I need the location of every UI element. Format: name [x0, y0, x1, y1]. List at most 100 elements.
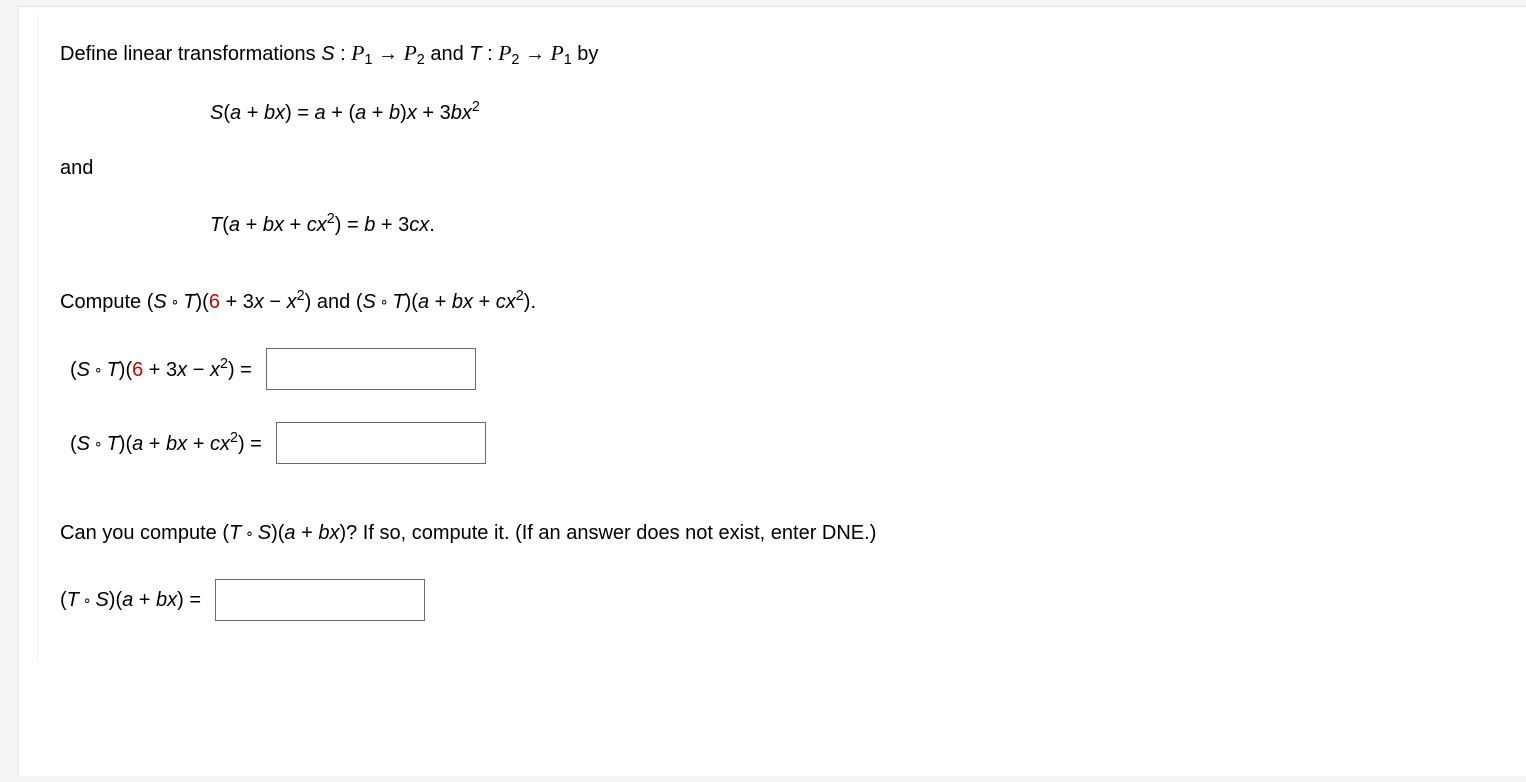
var-b: b	[389, 102, 400, 124]
compose-icon: ∘	[90, 435, 107, 451]
sym-P: P	[404, 41, 417, 65]
mid: )(	[119, 433, 132, 455]
answer-2-label: (S ∘ T)(a + bx + cx2) =	[70, 429, 262, 458]
plus: + (	[326, 102, 355, 124]
const-6: 6	[132, 359, 143, 381]
exp-2: 2	[297, 288, 305, 304]
arrow: →	[372, 43, 403, 65]
var-a: a	[355, 102, 366, 124]
intro-line: Define linear transformations S : P1 → P…	[60, 39, 1526, 70]
var-b: b	[451, 102, 462, 124]
answer-3-input[interactable]	[215, 579, 425, 621]
mid: )(	[109, 589, 122, 611]
exp-2: 2	[230, 430, 238, 446]
definition-T: T(a + bx + cx2) = b + 3cx.	[210, 210, 1526, 239]
sym-T: T	[183, 291, 195, 313]
question-body: Define linear transformations S : P1 → P…	[37, 15, 1526, 661]
var-a: a	[418, 291, 429, 313]
and-word: and	[60, 157, 93, 179]
sym-T: T	[469, 43, 481, 65]
sub-2: 2	[417, 52, 425, 68]
var-b: b	[156, 589, 167, 611]
problem-content: Define linear transformations S : P1 → P…	[60, 39, 1526, 621]
minus: −	[187, 359, 210, 381]
plus: +	[284, 214, 307, 236]
compose-icon: ∘	[376, 294, 393, 310]
var-b: b	[264, 102, 275, 124]
answer-1-label: (S ∘ T)(6 + 3x − x2) =	[70, 355, 252, 384]
paren-open: (	[70, 433, 77, 455]
var-a: a	[315, 102, 326, 124]
var-a: a	[122, 589, 133, 611]
var-x: x	[177, 359, 187, 381]
var-x: x	[254, 291, 264, 313]
sym-S: S	[77, 433, 90, 455]
var-b: b	[263, 214, 274, 236]
sym-P: P	[551, 41, 564, 65]
var-a: a	[284, 522, 295, 544]
var-b: b	[318, 522, 329, 544]
var-x: x	[287, 291, 297, 313]
var-c: c	[409, 214, 419, 236]
var-x: x	[274, 214, 284, 236]
paren-open: (	[70, 359, 77, 381]
sym-P: P	[351, 41, 364, 65]
close-eq: ) =	[177, 589, 201, 611]
sym-S: S	[321, 43, 334, 65]
var-x: x	[177, 433, 187, 455]
sym-S: S	[363, 291, 376, 313]
exp-2: 2	[472, 99, 480, 115]
answer-1-input[interactable]	[266, 348, 476, 390]
var-b: b	[166, 433, 177, 455]
question-2-line: Can you compute (T ∘ S)(a + bx)? If so, …	[60, 520, 1526, 547]
plus: +	[240, 214, 263, 236]
var-x: x	[210, 359, 220, 381]
plus: +	[143, 433, 166, 455]
var-x: x	[275, 102, 285, 124]
exp-2: 2	[220, 356, 228, 372]
sym-T: T	[107, 359, 119, 381]
answer-row-3: (T ∘ S)(a + bx) =	[60, 579, 1526, 621]
var-x: x	[220, 433, 230, 455]
paren-close: )	[400, 102, 407, 124]
var-x: x	[506, 291, 516, 313]
plus: + 3	[375, 214, 409, 236]
paren-open: (	[223, 102, 230, 124]
and-mid: and	[425, 43, 469, 65]
sym-S: S	[77, 359, 90, 381]
answer-2-input[interactable]	[276, 422, 486, 464]
sym-S: S	[153, 291, 166, 313]
exp-2: 2	[327, 211, 335, 227]
var-x: x	[317, 214, 327, 236]
var-c: c	[307, 214, 317, 236]
var-b: b	[452, 291, 463, 313]
var-a: a	[229, 214, 240, 236]
sym-T: T	[107, 433, 119, 455]
colon: :	[482, 43, 499, 65]
sym-P: P	[498, 41, 511, 65]
equals: =	[292, 102, 315, 124]
sym-T: T	[67, 589, 79, 611]
sym-T: T	[229, 522, 241, 544]
var-x: x	[419, 214, 429, 236]
answer-row-2: (S ∘ T)(a + bx + cx2) =	[70, 422, 1526, 464]
period: .	[429, 214, 435, 236]
var-a: a	[230, 102, 241, 124]
var-x: x	[463, 291, 473, 313]
plus: + 3	[220, 291, 254, 313]
close-eq: ) =	[238, 433, 262, 455]
by: by	[572, 43, 599, 65]
q2-pre: Can you compute (	[60, 522, 229, 544]
exp-2: 2	[516, 288, 524, 304]
arg-open: )(	[195, 291, 208, 313]
plus: + 3	[417, 102, 451, 124]
plus: +	[296, 522, 319, 544]
var-x: x	[167, 589, 177, 611]
compose-icon: ∘	[79, 591, 96, 607]
paren-open: (	[60, 589, 67, 611]
intro-text: Define linear transformations	[60, 43, 321, 65]
arrow: →	[519, 43, 550, 65]
arg-open: )(	[405, 291, 418, 313]
var-x: x	[329, 522, 339, 544]
plus: +	[366, 102, 389, 124]
